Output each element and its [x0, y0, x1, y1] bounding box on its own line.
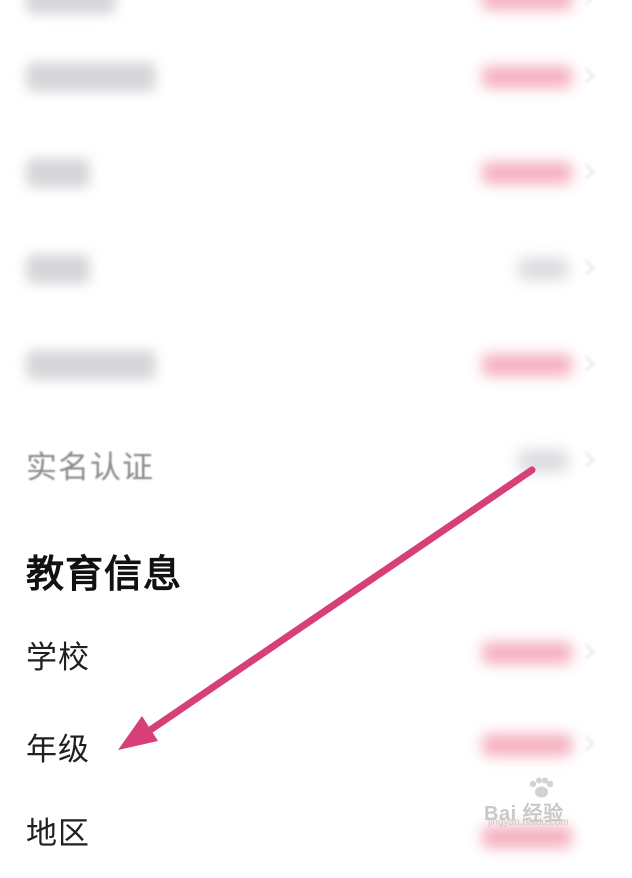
chevron-right-icon: [578, 163, 595, 180]
region-label: 地区: [26, 816, 90, 852]
school-value-blurred: [482, 642, 572, 664]
grade-label: 年级: [26, 732, 90, 768]
profile-row-label-blurred: [26, 350, 156, 380]
real-name-value-blurred: [518, 450, 568, 472]
school-label: 学校: [26, 640, 90, 676]
watermark: Bai 经验 jingyan.baidu.com: [484, 777, 604, 828]
chevron-right-icon: [578, 0, 595, 6]
chevron-right-icon: [578, 451, 595, 468]
chevron-right-icon: [578, 259, 595, 276]
chevron-right-icon: [578, 67, 595, 84]
profile-row-label-blurred: [26, 158, 90, 188]
profile-row-value-blurred: [518, 258, 568, 280]
chevron-right-icon: [578, 355, 595, 372]
profile-row-label-blurred: [26, 0, 116, 14]
chevron-right-icon: [578, 735, 595, 752]
profile-row-5[interactable]: [0, 318, 632, 414]
education-row-school[interactable]: 学校: [0, 606, 632, 702]
real-name-label: 实名认证: [26, 450, 154, 486]
profile-row-4[interactable]: [0, 222, 632, 318]
region-value-blurred: [482, 826, 572, 848]
watermark-url: jingyan.baidu.com: [488, 817, 569, 828]
profile-row-value-blurred: [482, 162, 572, 184]
grade-value-blurred: [482, 734, 572, 756]
profile-row-value-blurred: [482, 0, 572, 10]
profile-row-3[interactable]: [0, 126, 632, 222]
profile-row-value-blurred: [482, 354, 572, 376]
chevron-right-icon: [578, 643, 595, 660]
profile-row-value-blurred: [482, 66, 572, 88]
education-section-title: 教育信息: [26, 552, 183, 596]
profile-row-2[interactable]: [0, 30, 632, 126]
profile-row-real-name[interactable]: 实名认证: [0, 414, 632, 510]
profile-row-label-blurred: [26, 62, 156, 92]
profile-row-label-blurred: [26, 254, 90, 284]
